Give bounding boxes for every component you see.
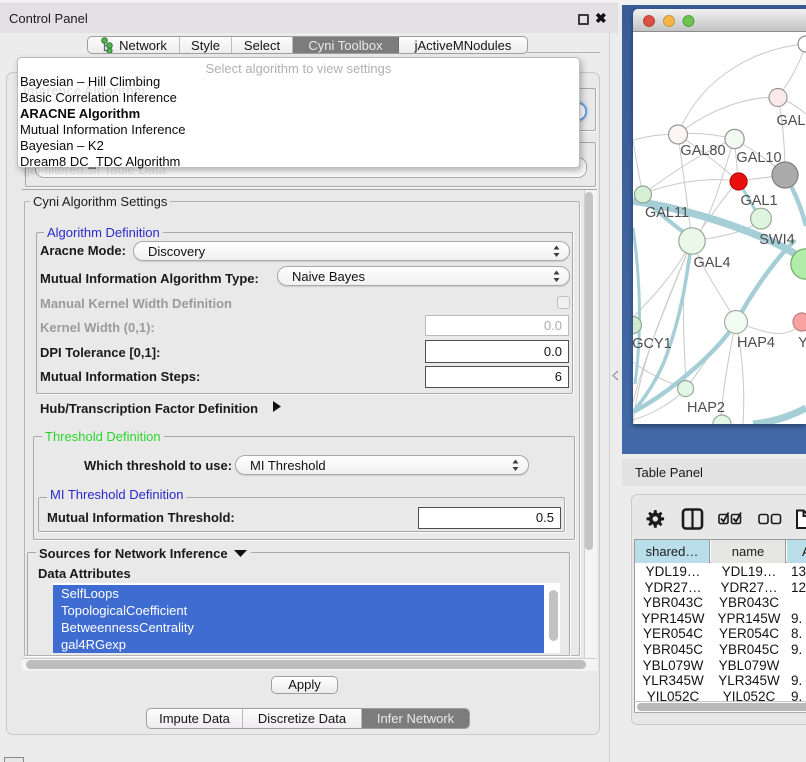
svg-text:GAL10: GAL10: [736, 150, 781, 166]
svg-text:SWI4: SWI4: [759, 232, 794, 248]
svg-text:HAP2: HAP2: [687, 400, 725, 416]
svg-text:GCY1: GCY1: [633, 336, 672, 352]
svg-text:GAL1: GAL1: [740, 193, 777, 209]
svg-text:Y: Y: [798, 335, 806, 351]
svg-text:GAL80: GAL80: [680, 143, 725, 159]
svg-text:GAL4: GAL4: [693, 255, 730, 271]
svg-text:GAL11: GAL11: [645, 205, 689, 221]
svg-text:HAP4: HAP4: [737, 335, 775, 351]
svg-text:GAL: GAL: [776, 113, 805, 129]
